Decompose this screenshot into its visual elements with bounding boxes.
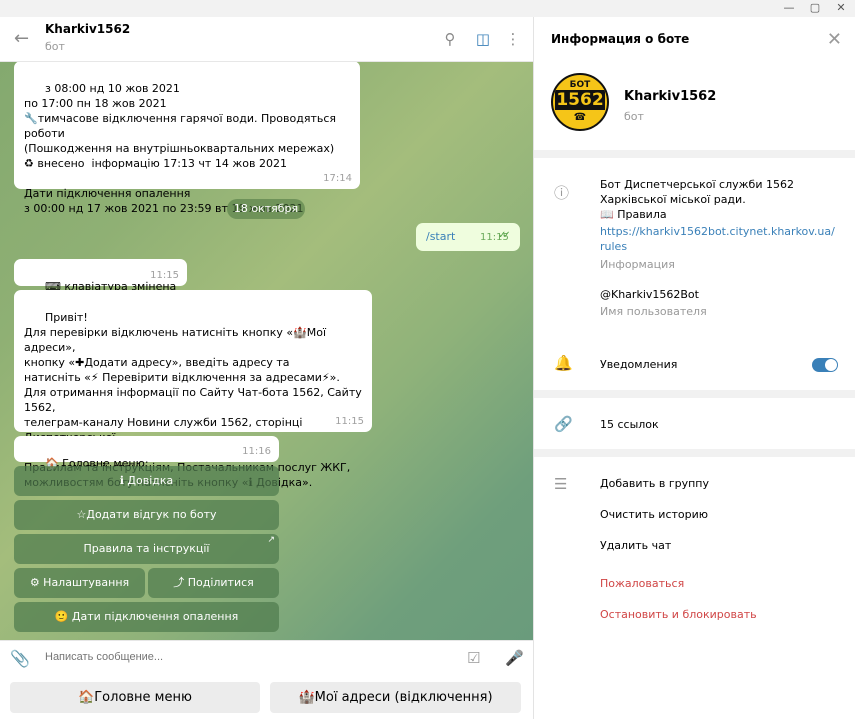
action-delete-chat[interactable]: Удалить чат [600, 538, 671, 553]
reply-button-main-menu[interactable]: 🏠Головне меню [10, 682, 260, 713]
minimize-icon[interactable]: — [781, 1, 797, 15]
message-area[interactable]: з 08:00 нд 10 жов 2021 по 17:00 пн 18 жо… [0, 62, 533, 640]
close-window-icon[interactable]: ✕ [833, 1, 849, 15]
avatar-number: 1562 [555, 90, 605, 110]
button-label: Правила та інструкції [83, 542, 210, 555]
outgoing-message[interactable]: /start 11:15 ✓✓ [416, 223, 520, 251]
bot-username[interactable]: @Kharkiv1562Bot [600, 287, 699, 302]
message-time: 11:15 [150, 270, 179, 281]
action-stop-and-block[interactable]: Остановить и блокировать [600, 607, 757, 622]
button-label: ⚙ Налаштування [29, 576, 130, 589]
window-titlebar: — ▢ ✕ [0, 0, 855, 17]
toggle-knob [825, 359, 837, 371]
maximize-icon[interactable]: ▢ [807, 1, 823, 15]
button-label: ☆Додати відгук по боту [76, 508, 217, 521]
message-bubble[interactable]: 🏠 Головне меню: 11:16 [14, 436, 279, 470]
chat-panel: ← Kharkiv1562 бот ⚲ ◫ ⋮ з 08:00 нд 10 жо… [0, 17, 533, 719]
inline-button-settings[interactable]: ⚙ Налаштування [14, 568, 145, 598]
divider [534, 390, 855, 398]
link-icon: 🔗 [554, 415, 573, 433]
message-text: з 08:00 нд 10 жов 2021 по 17:00 пн 18 жо… [24, 82, 336, 215]
bot-subtitle: бот [624, 110, 644, 123]
avatar-bottom-icon: ☎ [573, 112, 587, 123]
bot-name: Kharkiv1562 [624, 89, 717, 104]
close-icon[interactable]: ✕ [827, 29, 842, 50]
links-count[interactable]: 15 ссылок [600, 417, 659, 432]
info-panel: Информация о боте ✕ БОТ 1562 ☎ Kharkiv15… [533, 17, 855, 719]
search-icon[interactable]: ⚲ [440, 29, 460, 49]
read-ticks-icon: ✓✓ [498, 230, 511, 241]
microphone-icon[interactable]: 🎤 [505, 649, 524, 667]
reply-keyboard: 🏠Головне меню 🏰Мої адреси (відключення) [0, 675, 533, 719]
more-vertical-icon[interactable]: ⋮ [503, 29, 523, 49]
bot-description: Бот Диспетчерської служби 1562 Харківськ… [600, 178, 794, 221]
inline-button-rules[interactable]: Правила та інструкції ↗ [14, 534, 279, 564]
divider [534, 150, 855, 158]
chat-title[interactable]: Kharkiv1562 [45, 22, 130, 36]
message-composer: 📎 ☑ 🎤 [0, 640, 533, 675]
inline-button-dovidka[interactable]: ℹ Довідка [14, 466, 279, 496]
button-label: 🙂 Дати підключення опалення [54, 610, 239, 623]
button-label: ⤴ Поділитися [173, 576, 254, 589]
date-pill: 18 октября [227, 199, 305, 219]
button-label: 🏠Головне меню [78, 690, 192, 705]
avatar[interactable]: БОТ 1562 ☎ [551, 73, 609, 131]
notifications-label: Уведомления [600, 358, 678, 371]
rules-link[interactable]: https://kharkiv1562bot.citynet.kharkov.u… [600, 224, 836, 254]
sidebar-toggle-icon[interactable]: ◫ [473, 29, 493, 49]
reply-button-my-addresses[interactable]: 🏰Мої адреси (відключення) [270, 682, 521, 713]
bot-keyboard-icon[interactable]: ☑ [467, 649, 480, 667]
message-bubble[interactable]: ⌨ клавіатура змінена 11:15 [14, 259, 187, 293]
message-time: 11:15 [335, 416, 364, 427]
inline-button-heating-dates[interactable]: 🙂 Дати підключення опалення [14, 602, 279, 632]
message-time: 11:16 [242, 446, 271, 457]
action-add-to-group[interactable]: Добавить в группу [600, 476, 709, 491]
message-bubble[interactable]: Привіт! Для перевірки відключень натисні… [14, 290, 372, 489]
info-title: Информация о боте [551, 32, 690, 46]
message-bubble[interactable]: з 08:00 нд 10 жов 2021 по 17:00 пн 18 жо… [14, 62, 360, 215]
external-link-icon: ↗ [267, 535, 275, 545]
message-input[interactable] [45, 651, 445, 663]
username-label: Имя пользователя [600, 305, 707, 318]
info-icon: ⓘ [554, 184, 570, 202]
description-label: Информация [600, 258, 675, 271]
action-clear-history[interactable]: Очистить историю [600, 507, 708, 522]
back-arrow-icon[interactable]: ← [14, 29, 34, 49]
inline-button-feedback[interactable]: ☆Додати відгук по боту [14, 500, 279, 530]
button-label: ℹ Довідка [119, 474, 174, 487]
bell-icon: 🔔 [554, 354, 573, 372]
avatar-top-text: БОТ [569, 80, 591, 90]
inline-button-share[interactable]: ⤴ Поділитися [148, 568, 279, 598]
message-time: 17:14 [323, 173, 352, 184]
action-report[interactable]: Пожаловаться [600, 576, 684, 591]
paperclip-icon[interactable]: 📎 [10, 649, 30, 668]
divider [534, 449, 855, 457]
window-controls: — ▢ ✕ [781, 1, 849, 15]
message-text[interactable]: /start [426, 230, 455, 243]
chat-header: ← Kharkiv1562 бот ⚲ ◫ ⋮ [0, 17, 533, 62]
info-header: Информация о боте ✕ [534, 17, 855, 62]
list-icon: ☰ [554, 475, 568, 493]
chat-subtitle: бот [45, 40, 65, 53]
notifications-toggle[interactable] [812, 358, 838, 372]
button-label: 🏰Мої адреси (відключення) [298, 690, 493, 705]
